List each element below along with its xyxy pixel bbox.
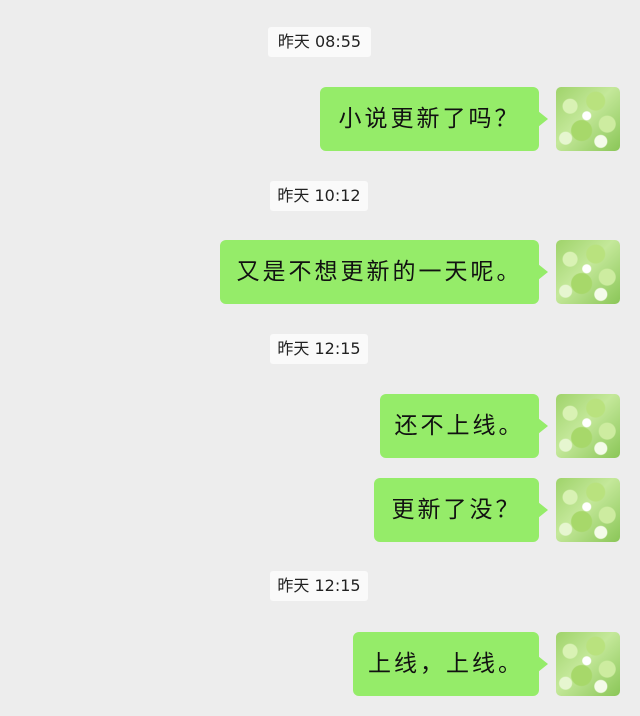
message-bubble[interactable]: 还不上线。 xyxy=(380,394,539,458)
timestamp: 昨天 08:55 xyxy=(268,27,371,57)
avatar-icon[interactable] xyxy=(556,394,620,458)
avatar-icon[interactable] xyxy=(556,478,620,542)
timestamp: 昨天 10:12 xyxy=(270,181,368,211)
timestamp: 昨天 12:15 xyxy=(270,571,368,601)
avatar-icon[interactable] xyxy=(556,87,620,151)
avatar-icon[interactable] xyxy=(556,632,620,696)
message-bubble[interactable]: 又是不想更新的一天呢。 xyxy=(220,240,539,304)
message-bubble[interactable]: 小说更新了吗？ xyxy=(320,87,539,151)
chat-area: 昨天 08:55 小说更新了吗？ 昨天 10:12 又是不想更新的一天呢。 昨天… xyxy=(0,0,640,716)
timestamp: 昨天 12:15 xyxy=(270,334,368,364)
avatar-icon[interactable] xyxy=(556,240,620,304)
message-bubble[interactable]: 上线，上线。 xyxy=(353,632,539,696)
message-bubble[interactable]: 更新了没？ xyxy=(374,478,539,542)
